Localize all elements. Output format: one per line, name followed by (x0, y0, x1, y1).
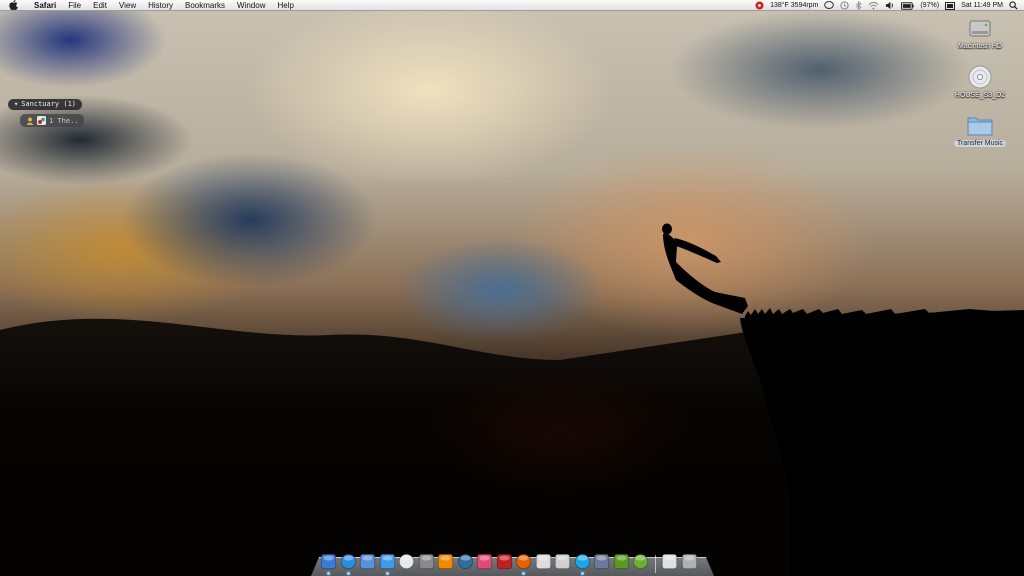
dock-item-transmission[interactable] (496, 553, 513, 573)
widget-item[interactable]: 1 The.. (20, 114, 84, 127)
desktop-icon-label: HOUSE_S3_D2 (954, 92, 1006, 99)
safari-icon (340, 553, 356, 570)
disclosure-triangle-icon[interactable]: ▾ (14, 100, 18, 108)
apple-menu-icon[interactable] (9, 0, 19, 10)
dreamweaver-icon (613, 553, 629, 570)
menu-app-name[interactable]: Safari (28, 0, 62, 11)
dock-item-dreamweaver[interactable] (613, 553, 630, 573)
fan-control-icon[interactable] (755, 0, 764, 11)
spotlight-search-icon[interactable] (1009, 0, 1018, 11)
textedit-icon (535, 553, 551, 570)
input-menu-icon[interactable] (945, 0, 956, 11)
trash-icon (681, 553, 697, 570)
utorrent-icon (632, 553, 649, 570)
menu-bar: Safari File Edit View History Bookmarks … (0, 0, 1024, 11)
desktop-icon-transfer-music[interactable]: Transfer Music (945, 112, 1015, 147)
adium-icon (457, 553, 473, 570)
itunes-icon (379, 553, 395, 570)
hard-drive-icon (967, 15, 993, 41)
volume-icon[interactable] (885, 0, 895, 11)
dock-item-utorrent[interactable] (632, 553, 649, 573)
dock-item-firefox[interactable] (515, 553, 532, 575)
wifi-icon[interactable] (868, 0, 879, 11)
wallpaper-cliff-silhouette (0, 223, 1024, 576)
user-icon (25, 116, 34, 125)
battery-percent[interactable]: (97%) (920, 0, 939, 11)
desktop-icon-label: Macintosh HD (958, 43, 1002, 50)
desktop-icon-label: Transfer Music (953, 140, 1007, 147)
dock-item-ical[interactable] (398, 553, 415, 573)
app-thumbnail-icon (37, 116, 46, 125)
disc-icon (967, 64, 993, 90)
widget-header[interactable]: ▾ Sanctuary (1) (8, 98, 83, 110)
dock-running-indicator (522, 572, 525, 575)
documents-icon (661, 553, 678, 570)
menu-edit[interactable]: Edit (87, 0, 113, 11)
dock-item-adium[interactable] (457, 553, 474, 573)
ical-icon (398, 553, 415, 570)
vlc-icon (437, 553, 454, 570)
dock-item-ipod[interactable] (554, 553, 571, 573)
chat-status-icon[interactable] (824, 0, 835, 11)
dock-item-mail[interactable] (359, 553, 376, 573)
dock-item-xcode[interactable] (593, 553, 610, 573)
desktop-icon-disc[interactable]: HOUSE_S3_D2 (945, 64, 1015, 99)
dock-item-itunes[interactable] (379, 553, 396, 575)
bluetooth-icon[interactable] (855, 0, 862, 11)
dock-item-skype[interactable] (574, 553, 591, 575)
temperature-fan-readout[interactable]: 138°F 3594rpm (770, 0, 818, 11)
menu-window[interactable]: Window (231, 0, 271, 11)
dock-item-documents[interactable] (661, 553, 678, 573)
ipod-icon (554, 553, 571, 570)
dock-item-trash[interactable] (681, 553, 698, 573)
mail-icon (359, 553, 376, 570)
widget-title: Sanctuary (1) (21, 100, 77, 108)
menu-clock[interactable]: Sat 11:49 PM (961, 0, 1003, 11)
menu-history[interactable]: History (142, 0, 179, 11)
battery-icon[interactable] (901, 0, 915, 11)
menu-help[interactable]: Help (271, 0, 299, 11)
finder-icon (320, 553, 337, 570)
sanctuary-widget: ▾ Sanctuary (1) 1 The.. (8, 93, 84, 130)
dock (320, 549, 698, 575)
folder-icon (967, 112, 993, 138)
dock-item-lastfm[interactable] (476, 553, 493, 573)
dock-running-indicator (385, 572, 389, 575)
dock-item-textedit[interactable] (535, 553, 552, 573)
system-preferences-icon (418, 553, 434, 570)
widget-item-text: 1 The.. (49, 116, 79, 125)
dock-item-system-preferences[interactable] (418, 553, 435, 573)
dock-item-finder[interactable] (320, 553, 337, 575)
skype-icon (574, 553, 590, 570)
transmission-icon (496, 553, 512, 570)
lastfm-icon (476, 553, 493, 570)
dock-item-vlc[interactable] (437, 553, 454, 573)
menu-file[interactable]: File (62, 0, 87, 11)
dock-running-indicator (346, 572, 350, 575)
menu-bookmarks[interactable]: Bookmarks (179, 0, 231, 11)
menu-view[interactable]: View (113, 0, 142, 11)
dock-separator (654, 555, 656, 573)
time-machine-icon[interactable] (840, 0, 849, 11)
xcode-icon (593, 553, 610, 570)
dock-running-indicator (580, 572, 584, 575)
firefox-icon (515, 553, 532, 570)
desktop-icon-macintosh-hd[interactable]: Macintosh HD (945, 15, 1015, 50)
dock-running-indicator (327, 572, 330, 575)
dock-item-safari[interactable] (340, 553, 357, 575)
